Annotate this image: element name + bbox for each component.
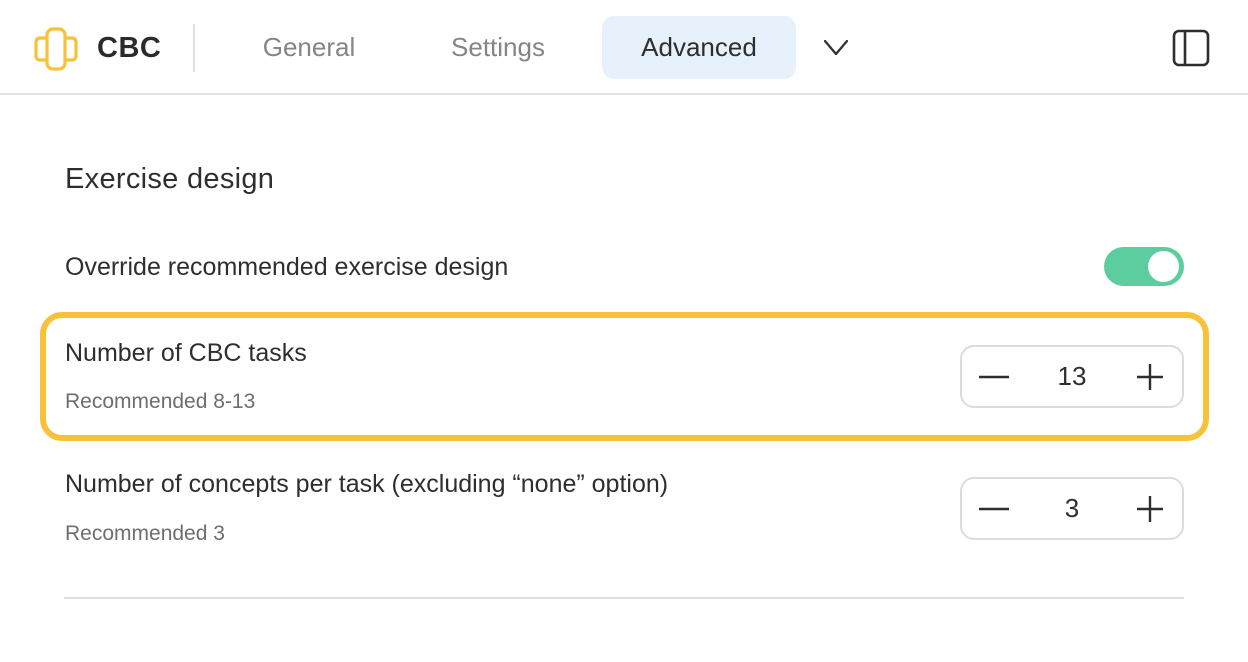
cbc-tasks-label: Number of CBC tasks bbox=[65, 339, 307, 367]
header-divider bbox=[193, 24, 195, 72]
sidebar-panel-icon[interactable] bbox=[1170, 27, 1212, 69]
cbc-tasks-value[interactable]: 13 bbox=[1024, 347, 1120, 406]
cbc-tasks-recommendation: Recommended 8-13 bbox=[65, 390, 256, 413]
concepts-per-task-recommendation: Recommended 3 bbox=[65, 522, 225, 545]
section-divider bbox=[64, 597, 1184, 599]
override-toggle[interactable] bbox=[1104, 247, 1184, 286]
chevron-down-icon[interactable] bbox=[818, 32, 854, 64]
minus-icon bbox=[979, 375, 1009, 379]
tab-settings[interactable]: Settings bbox=[420, 16, 576, 79]
minus-icon bbox=[979, 507, 1009, 511]
tab-general[interactable]: General bbox=[232, 16, 386, 79]
decrement-button[interactable] bbox=[962, 479, 1024, 538]
concepts-per-task-label: Number of concepts per task (excluding “… bbox=[65, 470, 669, 498]
top-nav-bar: CBC General Settings Advanced bbox=[0, 0, 1248, 95]
section-title: Exercise design bbox=[65, 163, 275, 195]
concepts-per-task-value[interactable]: 3 bbox=[1024, 479, 1120, 538]
override-label: Override recommended exercise design bbox=[65, 253, 509, 281]
tab-advanced[interactable]: Advanced bbox=[602, 16, 796, 79]
cbc-logo-icon bbox=[34, 27, 78, 71]
plus-icon bbox=[1137, 496, 1163, 522]
cbc-tasks-stepper: 13 bbox=[960, 345, 1184, 408]
increment-button[interactable] bbox=[1120, 479, 1182, 538]
decrement-button[interactable] bbox=[962, 347, 1024, 406]
brand-name: CBC bbox=[97, 32, 162, 64]
plus-icon bbox=[1137, 364, 1163, 390]
toggle-knob bbox=[1148, 251, 1179, 282]
concepts-per-task-stepper: 3 bbox=[960, 477, 1184, 540]
increment-button[interactable] bbox=[1120, 347, 1182, 406]
